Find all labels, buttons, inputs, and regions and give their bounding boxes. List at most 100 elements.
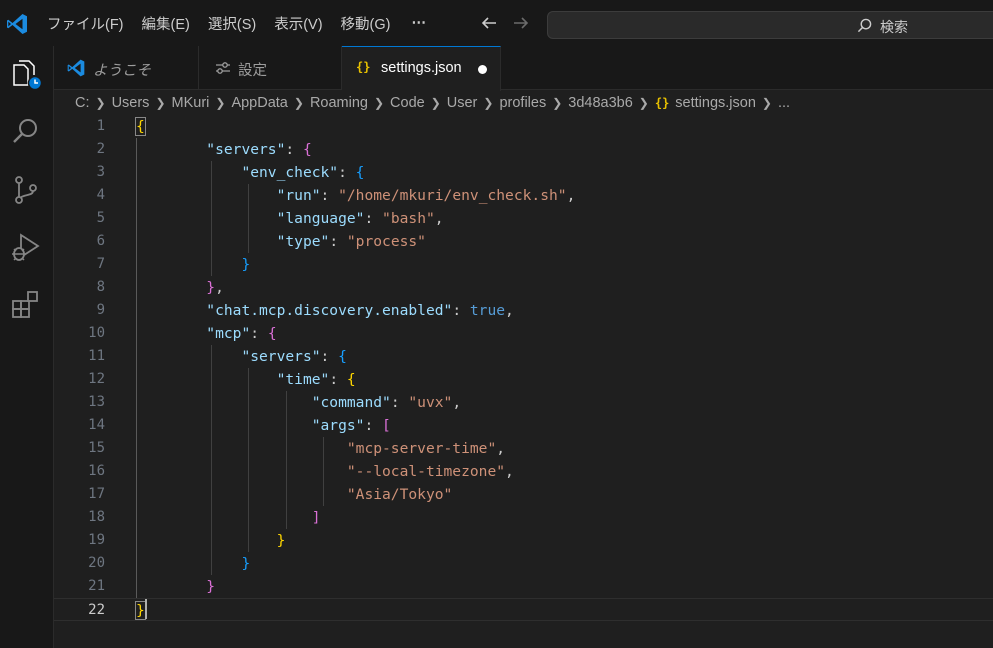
breadcrumb: C: ❯ Users ❯ MKuri ❯ AppData ❯ Roaming ❯ Code… xyxy=(75,92,790,114)
code-line[interactable]: 4 "run": "/home/mkuri/env_check.sh", xyxy=(54,184,993,207)
code-line[interactable]: 5 "language": "bash", xyxy=(54,207,993,230)
breadcrumb-item[interactable]: ... xyxy=(778,95,790,111)
breadcrumb-item[interactable]: settings.json xyxy=(675,95,756,111)
code-line[interactable]: 17 "Asia/Tokyo" xyxy=(54,483,993,506)
code-text: } xyxy=(241,555,251,572)
chevron-right-icon: ❯ xyxy=(373,96,385,110)
forward-arrow-icon[interactable] xyxy=(512,15,530,31)
indent-guide xyxy=(323,437,324,506)
menu-more[interactable]: ⋯ xyxy=(399,15,437,31)
search-icon[interactable] xyxy=(10,116,42,148)
back-arrow-icon[interactable] xyxy=(480,15,498,31)
code-line[interactable]: 3 "env_check": { xyxy=(54,161,993,184)
indent-guide xyxy=(285,391,287,529)
chevron-right-icon: ❯ xyxy=(638,96,649,110)
code-line[interactable]: 13 "command": "uvx", xyxy=(54,391,993,414)
menu-view[interactable]: 表示(V) xyxy=(265,13,331,34)
code-text: } xyxy=(135,601,146,620)
code-line[interactable]: 21 } xyxy=(54,575,993,598)
code-line[interactable]: 7 } xyxy=(54,253,993,276)
breadcrumb-item[interactable]: User xyxy=(447,95,478,111)
code-text: }, xyxy=(206,279,224,296)
breadcrumb-item[interactable]: MKuri xyxy=(172,95,210,111)
code-line[interactable]: 20 } xyxy=(54,552,993,575)
code-line[interactable]: 1{ xyxy=(54,115,993,138)
line-number: 6 xyxy=(96,233,105,249)
code-text: "mcp-server-time", xyxy=(346,440,506,457)
breadcrumb-item[interactable]: 3d48a3b6 xyxy=(568,95,633,111)
indent-guide xyxy=(210,161,212,276)
line-number: 18 xyxy=(88,509,105,525)
indent-guide xyxy=(136,138,137,598)
editor-tab-bar: ようこそ 設定 {} settings.json xyxy=(54,46,993,91)
json-braces-icon: {} xyxy=(654,96,670,110)
breadcrumb-item[interactable]: profiles xyxy=(499,95,546,111)
breadcrumb-item[interactable]: AppData xyxy=(231,95,287,111)
menu-edit[interactable]: 編集(E) xyxy=(133,13,199,34)
code-line[interactable]: 15 "mcp-server-time", xyxy=(54,437,993,460)
tab-settings[interactable]: 設定 xyxy=(199,46,342,90)
code-text: "--local-timezone", xyxy=(346,463,514,480)
code-line[interactable]: 12 "time": { xyxy=(54,368,993,391)
line-number: 7 xyxy=(96,256,105,272)
vscode-logo-icon xyxy=(67,59,85,77)
line-number: 5 xyxy=(96,210,105,226)
command-center-search[interactable]: 検索 xyxy=(547,11,993,39)
code-line[interactable]: 6 "type": "process" xyxy=(54,230,993,253)
explorer-icon[interactable] xyxy=(10,58,42,90)
code-line[interactable]: 19 } xyxy=(54,529,993,552)
settings-sliders-icon xyxy=(216,62,230,74)
code-line[interactable]: 22} xyxy=(54,598,993,621)
breadcrumb-item[interactable]: Code xyxy=(390,95,425,111)
unsaved-dot-icon[interactable] xyxy=(478,65,487,74)
code-line[interactable]: 2 "servers": { xyxy=(54,138,993,161)
code-line[interactable]: 11 "servers": { xyxy=(54,345,993,368)
code-text: "Asia/Tokyo" xyxy=(346,486,453,503)
breadcrumb-item[interactable]: Roaming xyxy=(310,95,368,111)
code-line[interactable]: 9 "chat.mcp.discovery.enabled": true, xyxy=(54,299,993,322)
code-text: "servers": { xyxy=(241,348,347,365)
code-text: "args": [ xyxy=(311,417,391,434)
line-number: 17 xyxy=(88,486,105,502)
extensions-icon[interactable] xyxy=(10,288,42,320)
code-line[interactable]: 18 ] xyxy=(54,506,993,529)
run-debug-icon[interactable] xyxy=(10,231,42,263)
indent-guide xyxy=(210,345,212,575)
code-text: "run": "/home/mkuri/env_check.sh", xyxy=(276,187,576,204)
line-number: 10 xyxy=(88,325,105,341)
menu-go[interactable]: 移動(G) xyxy=(332,13,400,34)
chevron-right-icon: ❯ xyxy=(95,96,106,110)
vscode-logo-icon[interactable] xyxy=(5,12,29,36)
line-number: 14 xyxy=(88,417,105,433)
code-text: "env_check": { xyxy=(241,164,365,181)
text-cursor xyxy=(145,599,148,619)
line-number: 2 xyxy=(96,141,105,157)
json-braces-icon: {} xyxy=(356,60,371,74)
menu-file[interactable]: ファイル(F) xyxy=(38,13,133,34)
line-number: 16 xyxy=(88,463,105,479)
menu-bar: ファイル(F) 編集(E) 選択(S) 表示(V) 移動(G) ⋯ xyxy=(38,0,437,46)
code-text: "command": "uvx", xyxy=(311,394,462,411)
tab-settings-json[interactable]: {} settings.json xyxy=(342,46,501,91)
chevron-right-icon: ❯ xyxy=(761,96,772,110)
code-line[interactable]: 14 "args": [ xyxy=(54,414,993,437)
code-line[interactable]: 8 }, xyxy=(54,276,993,299)
source-control-icon[interactable] xyxy=(10,174,42,206)
code-line[interactable]: 16 "--local-timezone", xyxy=(54,460,993,483)
tab-label: settings.json xyxy=(381,60,462,76)
breadcrumb-item[interactable]: Users xyxy=(112,95,150,111)
chevron-right-icon: ❯ xyxy=(430,96,441,110)
tab-welcome[interactable]: ようこそ xyxy=(54,46,199,90)
code-editor[interactable]: 1{2 "servers": {3 "env_check": {4 "run":… xyxy=(54,114,993,648)
code-text: } xyxy=(206,578,216,595)
chevron-right-icon: ❯ xyxy=(552,96,563,110)
menu-selection[interactable]: 選択(S) xyxy=(199,13,265,34)
line-number: 19 xyxy=(88,532,105,548)
chevron-right-icon: ❯ xyxy=(155,96,166,110)
code-text: "servers": { xyxy=(206,141,312,158)
code-text: "chat.mcp.discovery.enabled": true, xyxy=(206,302,514,319)
tab-label: ようこそ xyxy=(93,63,151,79)
code-line[interactable]: 10 "mcp": { xyxy=(54,322,993,345)
search-icon xyxy=(857,18,872,33)
breadcrumb-item[interactable]: C: xyxy=(75,95,90,111)
